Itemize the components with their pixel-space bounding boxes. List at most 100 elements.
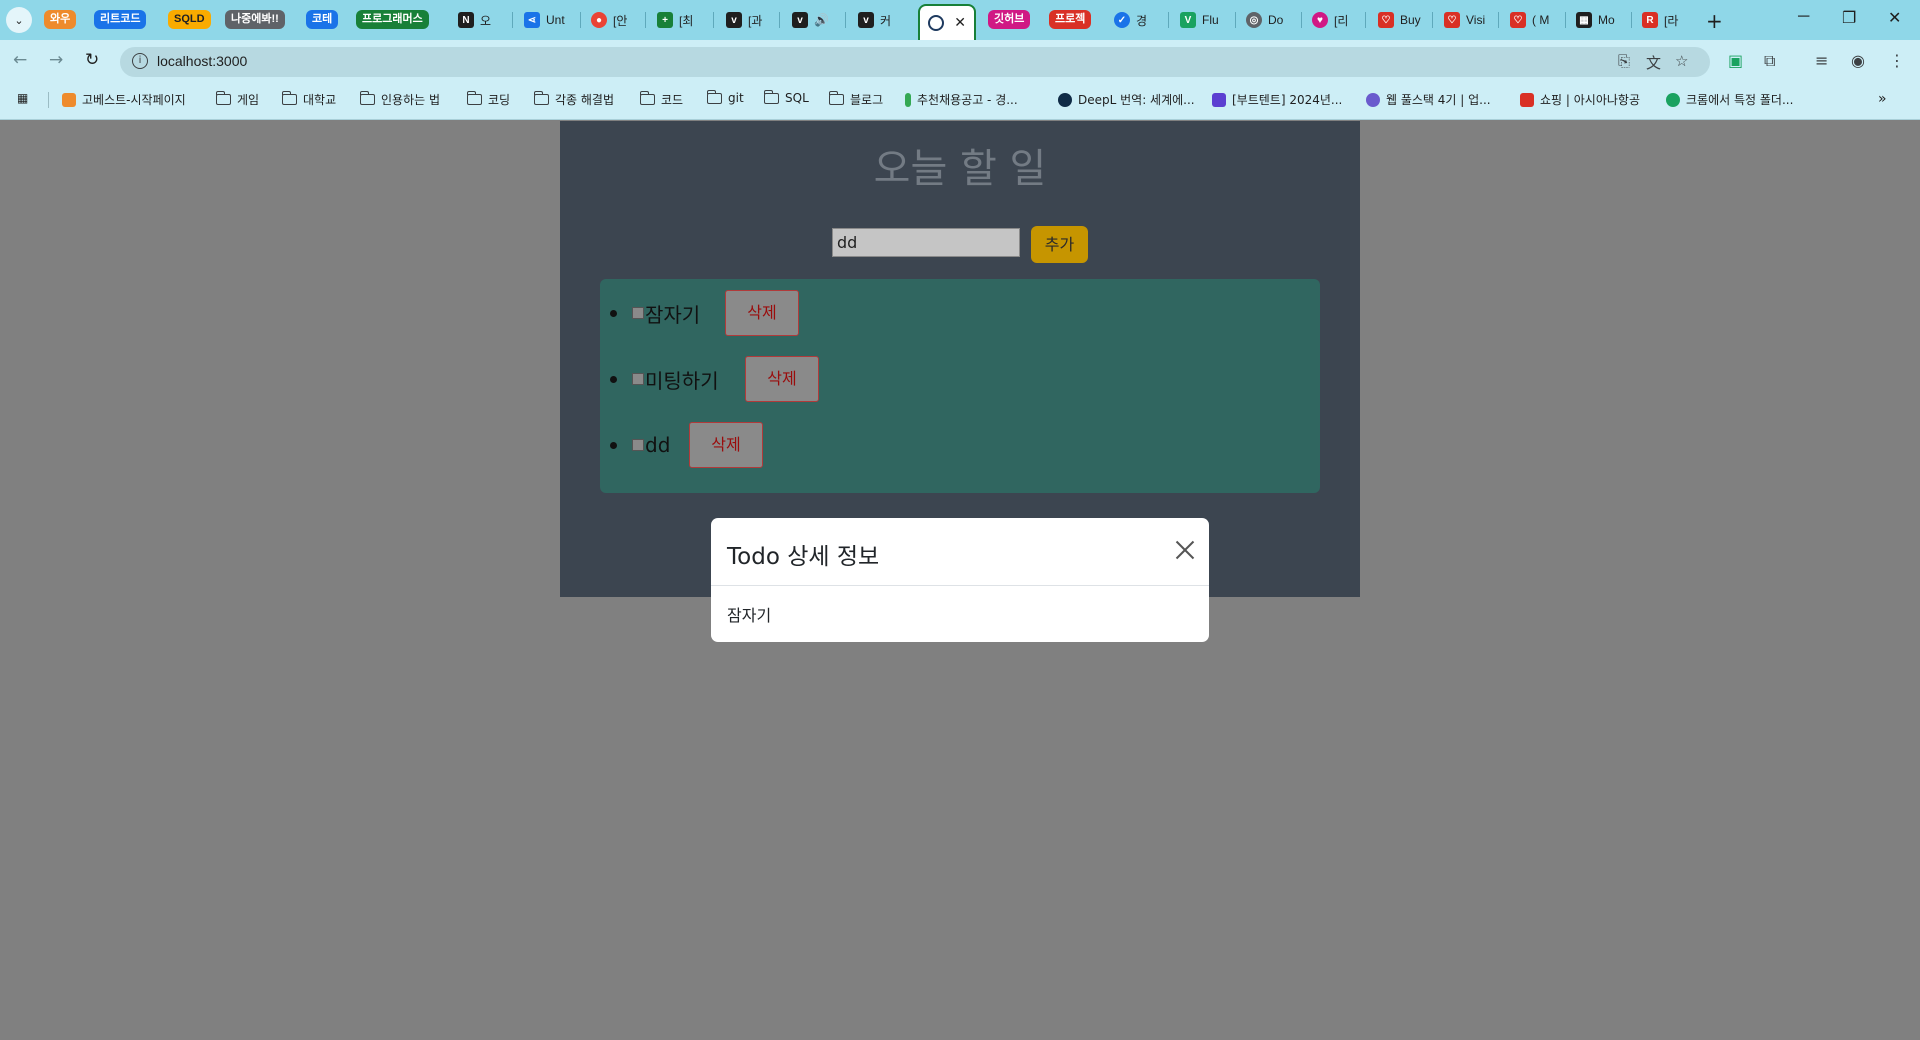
bookmark-label: [부트텐트] 2024년...: [1232, 93, 1343, 107]
notion-icon: N: [458, 12, 474, 28]
tab-group-chip[interactable]: SQLD: [168, 10, 211, 29]
bookmark-divider: [48, 92, 49, 108]
tab-group-chip[interactable]: 리트코드: [94, 10, 147, 29]
forward-icon[interactable]: →: [49, 50, 63, 70]
bookmark-folder[interactable]: 대학교: [281, 91, 336, 108]
tab-search-button[interactable]: ⌄: [6, 7, 32, 33]
back-icon[interactable]: ←: [13, 50, 27, 70]
browser-tab[interactable]: ◎ Do: [1246, 8, 1292, 32]
install-app-icon[interactable]: ⎘: [1618, 52, 1630, 70]
bookmark-folder[interactable]: 코드: [639, 91, 684, 108]
todo-text[interactable]: 잠자기: [645, 299, 700, 328]
tab-title: Visi: [1466, 13, 1486, 27]
close-icon[interactable]: [1175, 540, 1195, 560]
bookmark-label: 크롬에서 특정 폴더...: [1686, 93, 1794, 107]
modal-header: Todo 상세 정보: [711, 518, 1209, 586]
tab-title: Do: [1268, 13, 1284, 27]
browser-tab[interactable]: N 오: [458, 8, 504, 32]
browser-tab[interactable]: ⋖ Unt: [524, 8, 574, 32]
tab-group-chip[interactable]: 깃허브: [988, 10, 1031, 29]
browser-tab[interactable]: ▦ Mo: [1576, 8, 1622, 32]
browser-tab[interactable]: v 🔊: [792, 8, 836, 32]
browser-tab[interactable]: ♡ ( M: [1510, 8, 1556, 32]
browser-tab[interactable]: + [최: [657, 8, 701, 32]
address-bar[interactable]: i localhost:3000 ⎘ 文 ☆: [120, 47, 1710, 77]
tab-group-chip[interactable]: 와우: [44, 10, 77, 29]
todo-checkbox[interactable]: [632, 439, 644, 451]
bookmark-folder[interactable]: SQL: [763, 89, 809, 105]
browser-tab[interactable]: ♡ Visi: [1444, 8, 1490, 32]
todo-text[interactable]: dd: [645, 433, 670, 457]
folder-icon: [533, 91, 549, 105]
url-text[interactable]: localhost:3000: [157, 53, 247, 69]
bookmark-folder[interactable]: 인용하는 법: [359, 91, 440, 108]
active-tab[interactable]: ✕: [918, 4, 976, 40]
vue-icon: V: [1180, 12, 1196, 28]
media-queue-icon[interactable]: ≡: [1815, 51, 1828, 70]
profile-avatar-icon[interactable]: ◉: [1851, 51, 1865, 70]
new-tab-button[interactable]: +: [1706, 9, 1723, 33]
browser-tab[interactable]: ♥ [리: [1312, 8, 1356, 32]
more-bookmarks-icon[interactable]: »: [1878, 91, 1887, 107]
tab-group-chip[interactable]: 나중에봐!!: [225, 10, 285, 29]
todo-checkbox[interactable]: [632, 307, 644, 319]
bullet-icon: [610, 375, 617, 383]
site-info-icon[interactable]: i: [132, 53, 148, 69]
site-favicon-icon: [1366, 92, 1380, 107]
apps-grid-icon[interactable]: ▦: [17, 91, 28, 105]
tab-group-chip[interactable]: 코테: [306, 10, 339, 29]
tab-title: [라: [1664, 13, 1679, 28]
todo-checkbox[interactable]: [632, 373, 644, 385]
tab-group-chip[interactable]: 프로젝: [1049, 10, 1092, 29]
browser-tab[interactable]: V Flu: [1180, 8, 1226, 32]
menu-kebab-icon[interactable]: ⋮: [1889, 51, 1905, 70]
browser-tab[interactable]: ✓ 경: [1114, 8, 1160, 32]
bookmark-item[interactable]: 웹 풀스택 4기 | 업...: [1366, 91, 1491, 108]
bookmark-folder[interactable]: 게임: [215, 91, 259, 108]
bookmark-folder[interactable]: git: [706, 89, 744, 105]
todo-input[interactable]: [832, 228, 1020, 257]
delete-button[interactable]: 삭제: [745, 356, 819, 402]
bookmark-label: 코드: [661, 93, 684, 107]
folder-icon: [215, 91, 231, 105]
minimize-icon[interactable]: ─: [1798, 8, 1809, 26]
browser-tab[interactable]: ♡ Buy: [1378, 8, 1424, 32]
tab-separator: [1565, 12, 1566, 28]
page-title: 오늘 할 일: [873, 146, 1047, 192]
bookmark-folder[interactable]: 블로그: [828, 91, 883, 108]
bookmark-label: 쇼핑 | 아시아나항공: [1540, 93, 1640, 107]
browser-tab[interactable]: v 커: [858, 8, 904, 32]
bullet-icon: [610, 309, 617, 317]
close-tab-icon[interactable]: ✕: [954, 15, 966, 31]
bookmark-item[interactable]: 크롬에서 특정 폴더...: [1666, 91, 1793, 108]
bookmark-folder[interactable]: 코딩: [466, 91, 510, 108]
translate-icon[interactable]: 文: [1646, 52, 1661, 73]
bookmark-item[interactable]: 추천채용공고 - 경...: [905, 91, 1018, 108]
react-icon: [928, 15, 944, 31]
extensions-puzzle-icon[interactable]: ⧉: [1764, 51, 1775, 71]
tab-separator: [1301, 12, 1302, 28]
tab-group-chip[interactable]: 프로그래머스: [356, 10, 429, 29]
delete-button[interactable]: 삭제: [689, 422, 763, 468]
extension-green-icon[interactable]: ▣: [1728, 51, 1743, 70]
bookmark-folder[interactable]: 각종 해결법: [533, 91, 614, 108]
browser-tab[interactable]: ● [안: [591, 8, 635, 32]
todo-text[interactable]: 미팅하기: [645, 365, 719, 394]
browser-tab[interactable]: v [과: [726, 8, 770, 32]
add-button[interactable]: 추가: [1031, 226, 1088, 263]
tab-separator: [713, 12, 714, 28]
bookmark-item[interactable]: [부트텐트] 2024년...: [1212, 91, 1342, 108]
close-window-icon[interactable]: ✕: [1888, 8, 1901, 28]
bookmark-item[interactable]: 쇼핑 | 아시아나항공: [1520, 91, 1640, 108]
bookmark-star-icon[interactable]: ☆: [1675, 52, 1688, 70]
bookmark-item[interactable]: 고베스트-시작페이지: [62, 91, 186, 108]
bookmark-label: git: [728, 91, 744, 105]
bookmark-item[interactable]: DeepL 번역: 세계에...: [1058, 91, 1195, 108]
browser-tab[interactable]: R [라: [1642, 8, 1688, 32]
tab-title: 경: [1136, 13, 1148, 28]
delete-button[interactable]: 삭제: [725, 290, 799, 336]
reload-icon[interactable]: ↻: [85, 50, 99, 70]
tab-title: Buy: [1400, 13, 1421, 27]
tab-title: [리: [1334, 13, 1349, 28]
restore-icon[interactable]: ❐: [1842, 8, 1856, 28]
